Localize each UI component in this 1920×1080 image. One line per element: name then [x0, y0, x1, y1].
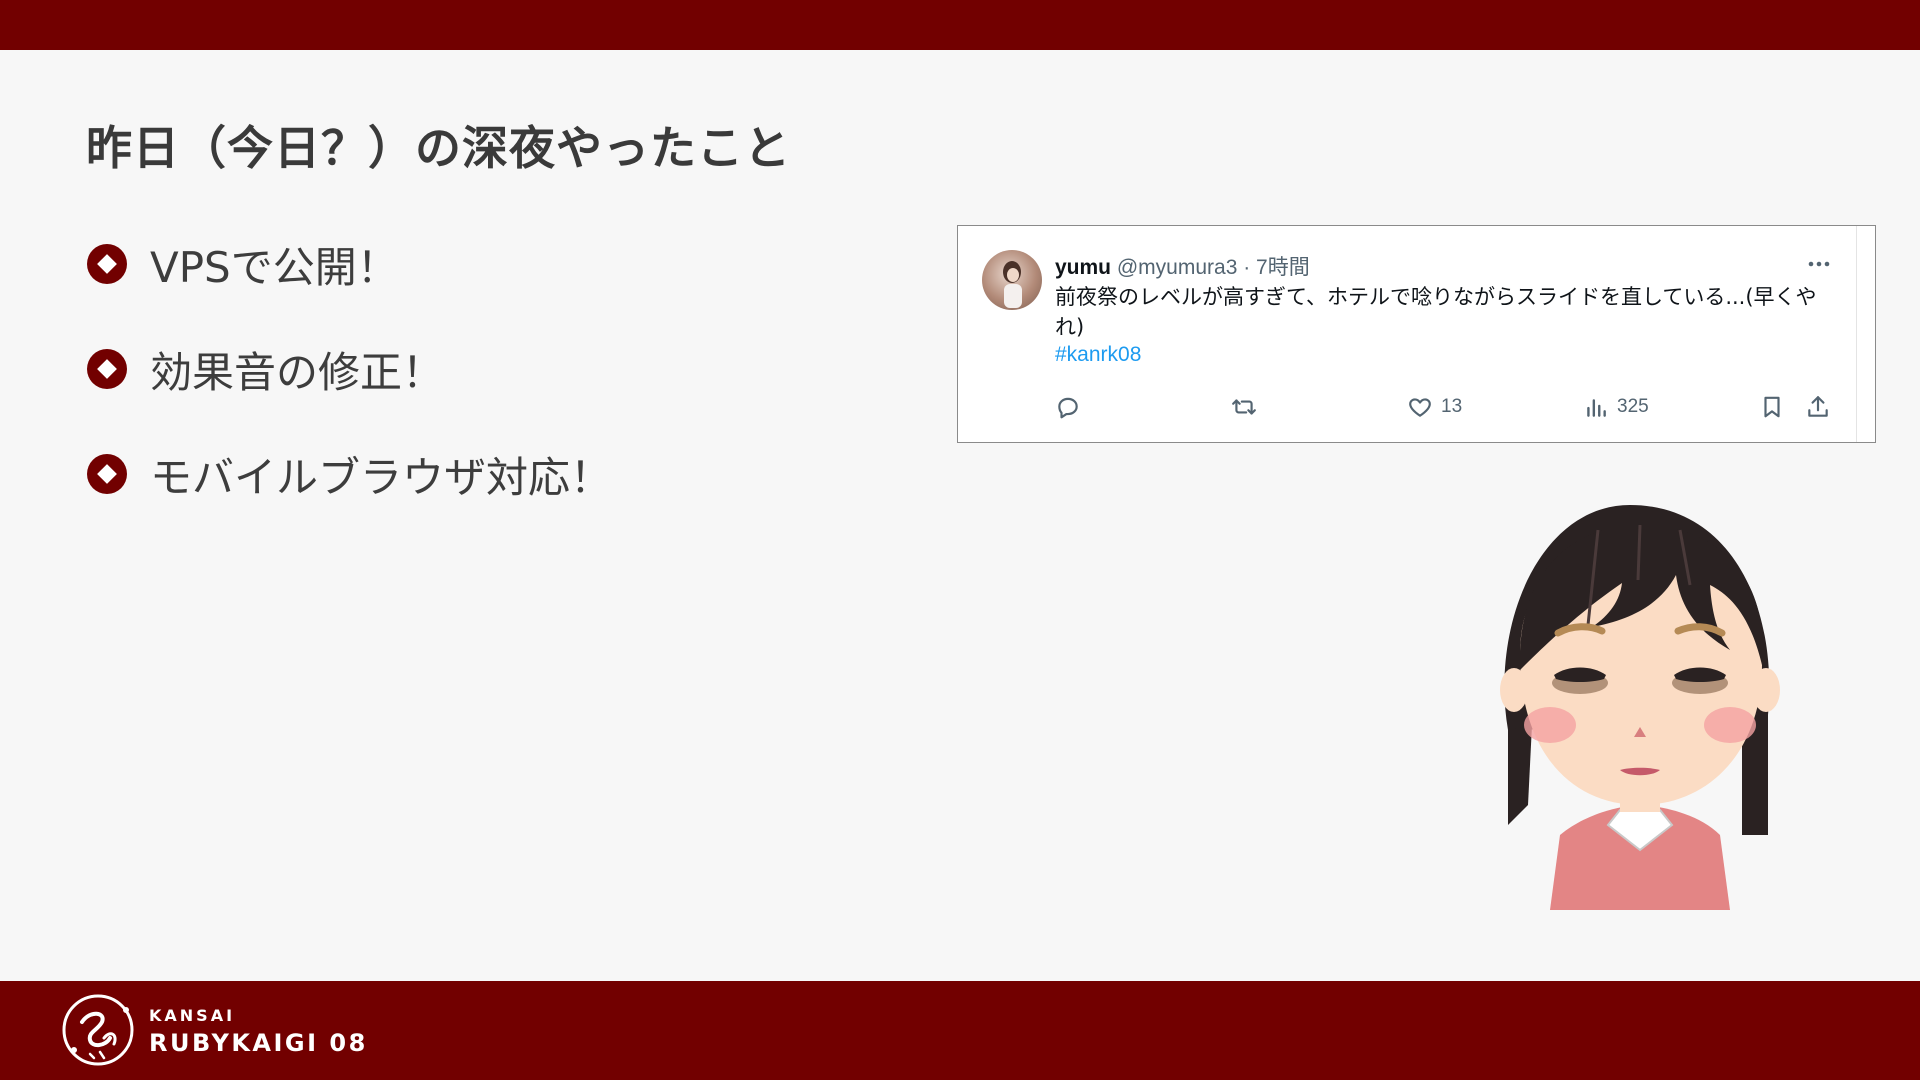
diamond-bullet-icon — [87, 244, 127, 284]
like-count: 13 — [1441, 396, 1463, 417]
avatar[interactable] — [982, 250, 1042, 310]
bullet-list: VPSで公開！ 効果音の修正！ モバイルブラウザ対応！ — [86, 236, 612, 551]
tweet-actions: 13 325 — [1055, 392, 1828, 422]
retweet-button[interactable] — [1231, 392, 1257, 422]
tired-girl-illustration — [1500, 505, 1780, 910]
views-button[interactable]: 325 — [1583, 392, 1649, 422]
bullet-item: VPSで公開！ — [86, 236, 612, 292]
tweet-handle[interactable]: @myumura3 · 7時間 — [1117, 256, 1310, 279]
view-count: 325 — [1617, 396, 1649, 417]
diamond-bullet-icon — [87, 349, 127, 389]
bullet-item: モバイルブラウザ対応！ — [86, 446, 612, 502]
reply-button[interactable] — [1055, 392, 1081, 422]
bullet-text: VPSで公開！ — [150, 242, 399, 292]
brand-name: RUBYKAIGI 08 — [149, 1029, 368, 1057]
tweet-author-name[interactable]: yumu — [1055, 256, 1111, 279]
like-button[interactable]: 13 — [1407, 392, 1462, 422]
bookmark-icon — [1764, 396, 1780, 418]
tweet-header: yumu @myumura3 · 7時間 — [1055, 251, 1310, 281]
rubykaigi-logo-icon — [62, 994, 134, 1066]
bookmark-button[interactable] — [1759, 392, 1785, 422]
hashtag-link[interactable]: #kanrk08 — [1055, 343, 1141, 367]
bullet-text: 効果音の修正！ — [150, 347, 445, 397]
reply-icon — [1058, 397, 1078, 419]
slide-title: 昨日（今日？）の深夜やったこと — [86, 121, 791, 175]
tweet-divider — [1856, 226, 1857, 442]
bullet-text: モバイルブラウザ対応！ — [150, 452, 613, 502]
views-icon — [1587, 399, 1606, 417]
avatar-image — [1003, 261, 1022, 308]
more-icon[interactable] — [1807, 260, 1831, 268]
share-icon — [1808, 396, 1828, 417]
like-icon — [1409, 398, 1431, 417]
tweet-card[interactable]: yumu @myumura3 · 7時間 前夜祭のレベルが高すぎて、ホテルで唸り… — [957, 225, 1876, 443]
retweet-icon — [1232, 399, 1256, 415]
top-bar — [0, 0, 1920, 50]
diamond-bullet-icon — [87, 454, 127, 494]
brand-region: KANSAI — [149, 1006, 236, 1025]
bullet-item: 効果音の修正！ — [86, 341, 612, 397]
share-button[interactable] — [1805, 392, 1831, 422]
tweet-text: 前夜祭のレベルが高すぎて、ホテルで唸りながらスライドを直している...(早くやれ… — [1055, 285, 1817, 339]
